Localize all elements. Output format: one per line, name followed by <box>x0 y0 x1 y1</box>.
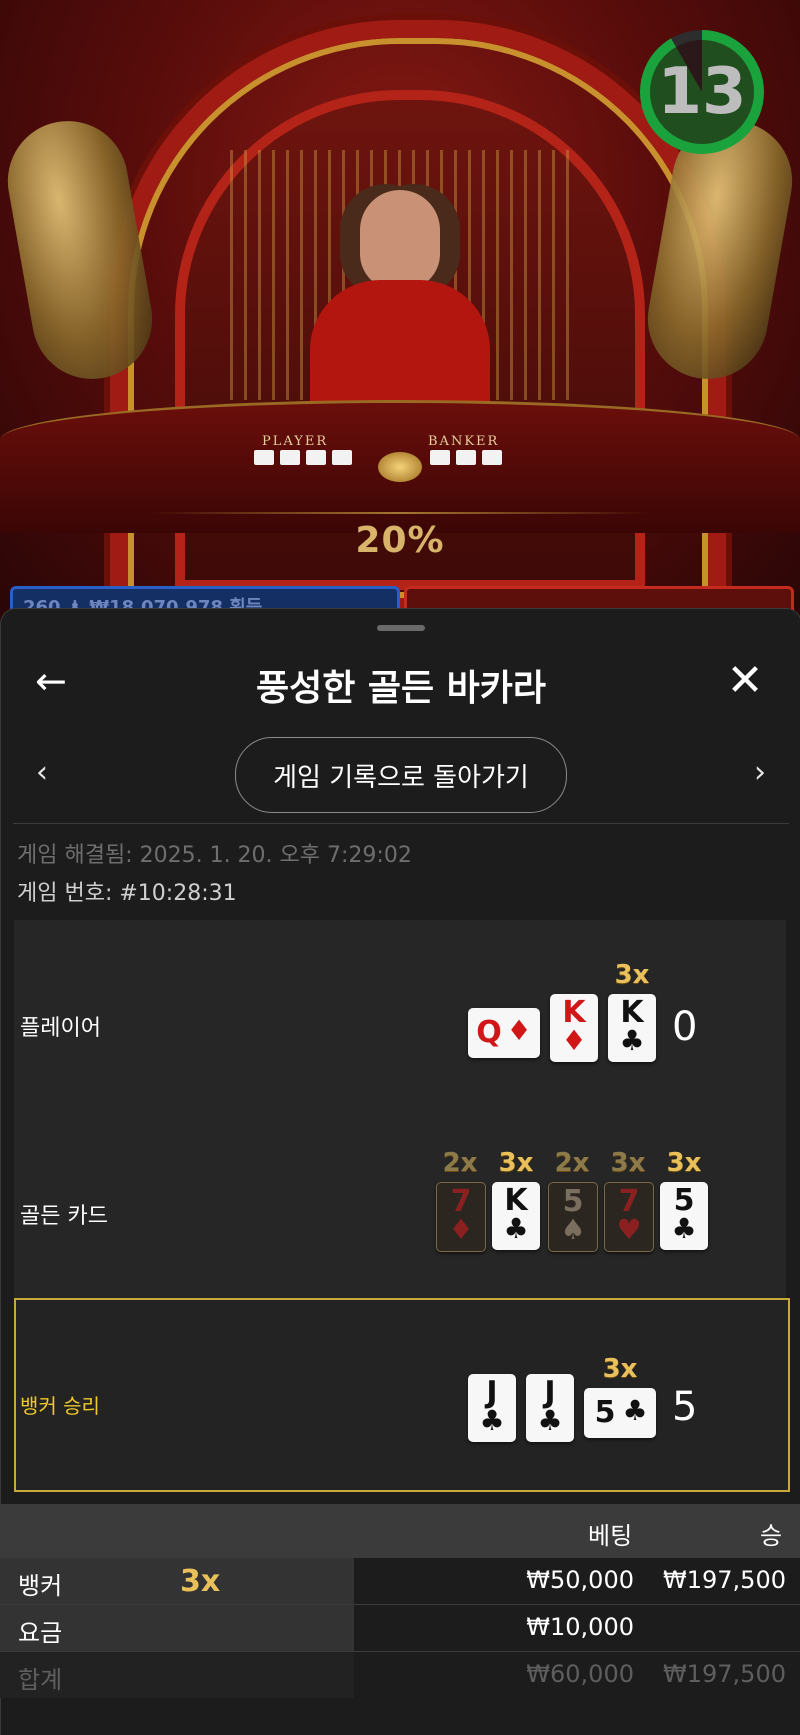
bets-table-header: 베팅 승 <box>0 1504 800 1558</box>
playing-card: K ♣ <box>608 994 656 1062</box>
card-rank: Q <box>476 1015 502 1050</box>
win-column-header: 승 <box>760 1522 783 1550</box>
playing-card: J ♣ <box>526 1374 574 1442</box>
game-resolved-time: 게임 해결됨: 2025. 1. 20. 오후 7:29:02 <box>17 843 412 868</box>
card-suit-icon: ♣ <box>671 1212 697 1245</box>
table-row: 합계 ₩60,000 ₩197,500 <box>0 1652 800 1698</box>
win-amount: ₩197,500 <box>663 1660 786 1688</box>
table-row: 뱅커 3x ₩50,000 ₩197,500 <box>0 1558 800 1605</box>
multiplier-badge: 2x <box>442 1148 478 1178</box>
golden-row-label: 골든 카드 <box>20 1204 108 1229</box>
card-suit-icon: ♣ <box>619 1024 645 1057</box>
row-label: 합계 <box>18 1666 63 1694</box>
playing-card: 7 ♥ <box>604 1182 654 1252</box>
table-card <box>482 450 502 465</box>
chevron-right-icon[interactable]: › <box>745 755 775 790</box>
drag-handle[interactable] <box>377 625 425 631</box>
playing-card: 7 ♦ <box>436 1182 486 1252</box>
playing-card: 5 ♣ <box>660 1182 708 1250</box>
card-suit-icon: ♦ <box>448 1213 474 1246</box>
card-suit-icon: ♠ <box>560 1213 586 1246</box>
multiplier-badge: 3x <box>610 1148 646 1178</box>
back-to-history-button[interactable]: 게임 기록으로 돌아가기 <box>235 737 567 813</box>
playing-card: K ♣ <box>492 1182 540 1250</box>
table-card <box>306 450 326 465</box>
row-label: 뱅커 <box>18 1572 63 1600</box>
banker-row-label: 뱅커 승리 <box>20 1394 100 1418</box>
history-nav: ‹ 게임 기록으로 돌아가기 › <box>1 735 800 815</box>
bet-column-header: 베팅 <box>588 1522 633 1550</box>
close-icon[interactable]: ✕ <box>721 657 769 705</box>
bet-amount: ₩10,000 <box>526 1613 634 1641</box>
player-score: 0 <box>672 1004 698 1050</box>
card-suit-icon: ♥ <box>616 1213 642 1246</box>
multiplier-badge: 3x <box>614 960 650 990</box>
multiplier-badge: 3x <box>602 1354 638 1384</box>
player-row-label: 플레이어 <box>20 1016 101 1041</box>
card-rank: 5 <box>594 1395 616 1430</box>
playing-card: Q ♦ <box>468 1008 540 1058</box>
header: ← 풍성한 골든 바카라 ✕ <box>1 649 800 710</box>
countdown-timer: 13 <box>640 30 764 154</box>
table-card <box>430 450 450 465</box>
table-row: 요금 ₩10,000 <box>0 1605 800 1652</box>
divider <box>150 512 650 514</box>
table-chip <box>378 452 422 482</box>
win-amount: ₩197,500 <box>663 1566 786 1594</box>
divider <box>13 823 789 824</box>
card-suit-icon: ♣ <box>503 1212 529 1245</box>
card-suit-icon: ♣ <box>622 1394 648 1427</box>
banker-score: 5 <box>672 1384 698 1430</box>
multiplier-badge: 3x <box>180 1564 221 1599</box>
table-banker-label: BANKER <box>428 434 500 449</box>
multiplier-badge: 3x <box>498 1148 534 1178</box>
playing-card: J ♣ <box>468 1374 516 1442</box>
row-label: 요금 <box>18 1619 63 1647</box>
percent-label: 20% <box>355 520 445 561</box>
card-suit-icon: ♣ <box>537 1404 563 1437</box>
multiplier-badge: 3x <box>666 1148 702 1178</box>
playing-card: K ♦ <box>550 994 598 1062</box>
page-title: 풍성한 골든 바카라 <box>255 668 547 709</box>
card-suit-icon: ♦ <box>506 1014 532 1047</box>
bet-amount: ₩60,000 <box>526 1660 634 1688</box>
table-card <box>456 450 476 465</box>
game-number: 게임 번호: #10:28:31 <box>17 881 237 906</box>
multiplier-badge: 2x <box>554 1148 590 1178</box>
chevron-left-icon[interactable]: ‹ <box>27 755 57 790</box>
card-suit-icon: ♣ <box>479 1404 505 1437</box>
live-video: PLAYER BANKER 20% 13 260 ♟ ₩18,070,978 획… <box>0 0 800 620</box>
bet-amount: ₩50,000 <box>526 1566 634 1594</box>
table-card <box>280 450 300 465</box>
playing-card: 5 ♠ <box>548 1182 598 1252</box>
table-card <box>254 450 274 465</box>
dragon-statue-left <box>0 111 162 389</box>
table-card <box>332 450 352 465</box>
playing-card: 5 ♣ <box>584 1388 656 1438</box>
card-suit-icon: ♦ <box>561 1024 587 1057</box>
timer-value: 13 <box>650 40 754 144</box>
table-player-label: PLAYER <box>262 434 329 449</box>
